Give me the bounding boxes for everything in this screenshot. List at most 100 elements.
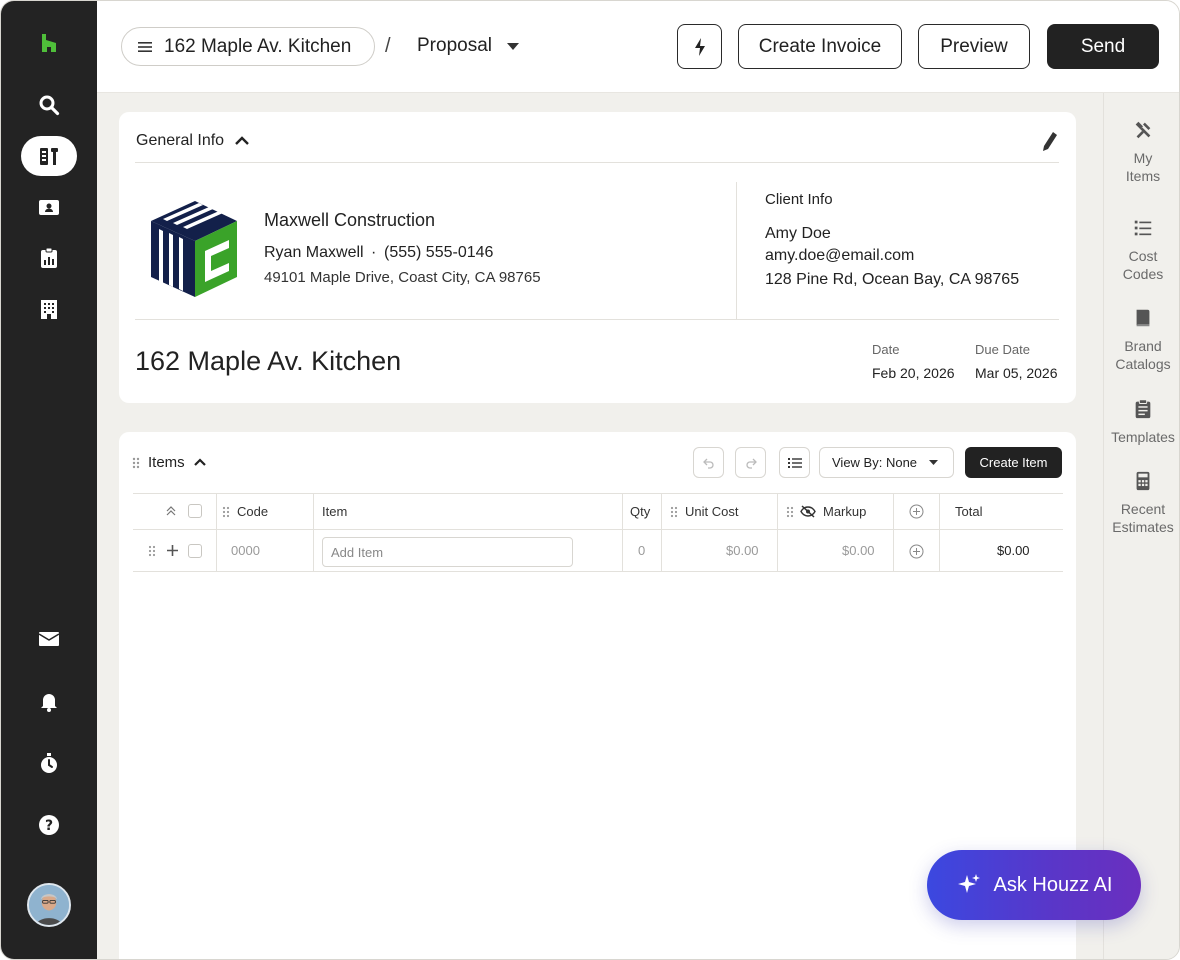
- send-button[interactable]: Send: [1047, 24, 1159, 69]
- col-divider: [622, 493, 623, 571]
- help-icon[interactable]: ?: [21, 805, 77, 845]
- tools-icon[interactable]: [21, 136, 77, 176]
- row-checkbox[interactable]: [188, 544, 202, 558]
- menu-icon: [138, 41, 152, 52]
- contact-card-icon[interactable]: [21, 187, 77, 227]
- rail-my-items-line2: Items: [1125, 168, 1161, 184]
- avatar[interactable]: [27, 883, 71, 927]
- rail-recent-estimates[interactable]: Recent Estimates: [1104, 470, 1179, 536]
- rail-cost-codes-line1: Cost: [1128, 248, 1158, 264]
- view-by-select[interactable]: View By: None: [819, 447, 954, 478]
- left-nav: ?: [1, 1, 97, 959]
- date-label: Date: [872, 342, 900, 357]
- quick-action-button[interactable]: [677, 24, 722, 69]
- drag-handle-icon: [132, 457, 140, 468]
- houzz-logo-icon[interactable]: [21, 23, 77, 63]
- search-icon[interactable]: [21, 85, 77, 125]
- rail-brand-catalogs[interactable]: Brand Catalogs: [1104, 307, 1179, 373]
- date-value: Feb 20, 2026: [872, 365, 955, 381]
- column-header-total[interactable]: Total: [955, 504, 982, 519]
- col-divider: [777, 493, 778, 571]
- calculator-icon: [1136, 471, 1150, 491]
- sort-list-button[interactable]: [779, 447, 810, 478]
- company-address: 49101 Maple Drive, Coast City, CA 98765: [264, 269, 541, 286]
- doc-type-dropdown[interactable]: Proposal: [417, 35, 520, 57]
- project-name: 162 Maple Av. Kitchen: [164, 35, 352, 57]
- table-top-border: [133, 493, 1063, 494]
- row-total: $0.00: [997, 543, 1030, 558]
- select-all-checkbox[interactable]: [188, 504, 202, 518]
- row-markup[interactable]: $0.00: [842, 543, 875, 558]
- due-date-value: Mar 05, 2026: [975, 365, 1058, 381]
- rail-templates[interactable]: Templates: [1104, 398, 1179, 446]
- drag-handle-icon[interactable]: [148, 545, 156, 557]
- pencil-icon[interactable]: [1041, 130, 1059, 152]
- add-circle-icon[interactable]: [909, 544, 924, 559]
- list-icon: [1134, 220, 1152, 236]
- add-column-icon[interactable]: [909, 504, 924, 519]
- divider: [135, 319, 1059, 320]
- drag-handle-icon[interactable]: [222, 506, 230, 518]
- rail-my-items[interactable]: My Items: [1104, 119, 1179, 185]
- bell-icon[interactable]: [21, 681, 77, 721]
- book-icon: [1136, 309, 1150, 327]
- svg-text:?: ?: [45, 818, 53, 834]
- undo-button[interactable]: [693, 447, 724, 478]
- top-bar: 162 Maple Av. Kitchen / Proposal Create …: [97, 1, 1179, 93]
- col-divider: [893, 493, 894, 571]
- collapse-all-icon[interactable]: [166, 505, 176, 517]
- row-code[interactable]: 0000: [231, 543, 260, 558]
- redo-button[interactable]: [735, 447, 766, 478]
- add-item-input[interactable]: Add Item: [322, 537, 573, 567]
- due-date-label: Due Date: [975, 342, 1030, 357]
- client-info-title: Client Info: [765, 191, 833, 208]
- plus-icon[interactable]: [167, 545, 178, 556]
- drag-handle-icon[interactable]: [670, 506, 678, 518]
- create-item-button[interactable]: Create Item: [965, 447, 1062, 478]
- redo-icon: [745, 458, 757, 469]
- col-divider: [216, 493, 217, 571]
- general-info-card: General Info Maxwell Construction Ryan M…: [119, 112, 1076, 403]
- project-selector[interactable]: 162 Maple Av. Kitchen: [121, 27, 375, 66]
- company-phone: (555) 555-0146: [384, 244, 494, 261]
- mail-icon[interactable]: [21, 619, 77, 659]
- undo-icon: [702, 458, 714, 469]
- column-header-code[interactable]: Code: [237, 504, 268, 519]
- table-header-border: [133, 529, 1063, 530]
- ask-ai-label: Ask Houzz AI: [993, 873, 1113, 896]
- client-email: amy.doe@email.com: [765, 247, 915, 264]
- col-divider: [939, 493, 940, 571]
- caret-down-icon: [929, 459, 939, 465]
- right-rail: My Items Cost Codes Brand Catalogs Templ…: [1103, 93, 1179, 959]
- table-row-border: [133, 571, 1063, 572]
- report-icon[interactable]: [21, 238, 77, 278]
- general-info-toggle[interactable]: General Info: [136, 132, 250, 150]
- preview-button[interactable]: Preview: [918, 24, 1030, 69]
- chevron-up-icon: [235, 136, 249, 145]
- rail-cost-codes[interactable]: Cost Codes: [1104, 217, 1179, 283]
- company-logo: [151, 201, 237, 297]
- app-frame: ? 162 Maple Av. Kitchen / Proposal Creat…: [0, 0, 1180, 960]
- doc-type-label: Proposal: [417, 35, 492, 56]
- general-info-title: General Info: [136, 132, 225, 149]
- clipboard-icon: [1135, 399, 1151, 419]
- sparkle-icon: [957, 874, 980, 893]
- client-address: 128 Pine Rd, Ocean Bay, CA 98765: [765, 271, 1020, 288]
- building-icon[interactable]: [21, 289, 77, 329]
- company-contact-name: Ryan Maxwell: [264, 244, 364, 261]
- create-invoice-button[interactable]: Create Invoice: [738, 24, 902, 69]
- ask-ai-button[interactable]: Ask Houzz AI: [927, 850, 1141, 920]
- row-unit-cost[interactable]: $0.00: [726, 543, 759, 558]
- timer-icon[interactable]: [21, 743, 77, 783]
- column-header-markup[interactable]: Markup: [823, 504, 866, 519]
- column-header-unit-cost[interactable]: Unit Cost: [685, 504, 738, 519]
- eye-off-icon[interactable]: [800, 505, 816, 518]
- row-qty[interactable]: 0: [638, 543, 645, 558]
- column-header-item[interactable]: Item: [322, 504, 347, 519]
- column-header-qty[interactable]: Qty: [630, 504, 650, 519]
- rail-my-items-line1: My: [1133, 150, 1153, 166]
- items-toggle[interactable]: Items: [132, 454, 207, 471]
- drag-handle-icon[interactable]: [786, 506, 794, 518]
- rail-brand-catalogs-line1: Brand: [1124, 338, 1162, 354]
- company-name: Maxwell Construction: [264, 210, 436, 230]
